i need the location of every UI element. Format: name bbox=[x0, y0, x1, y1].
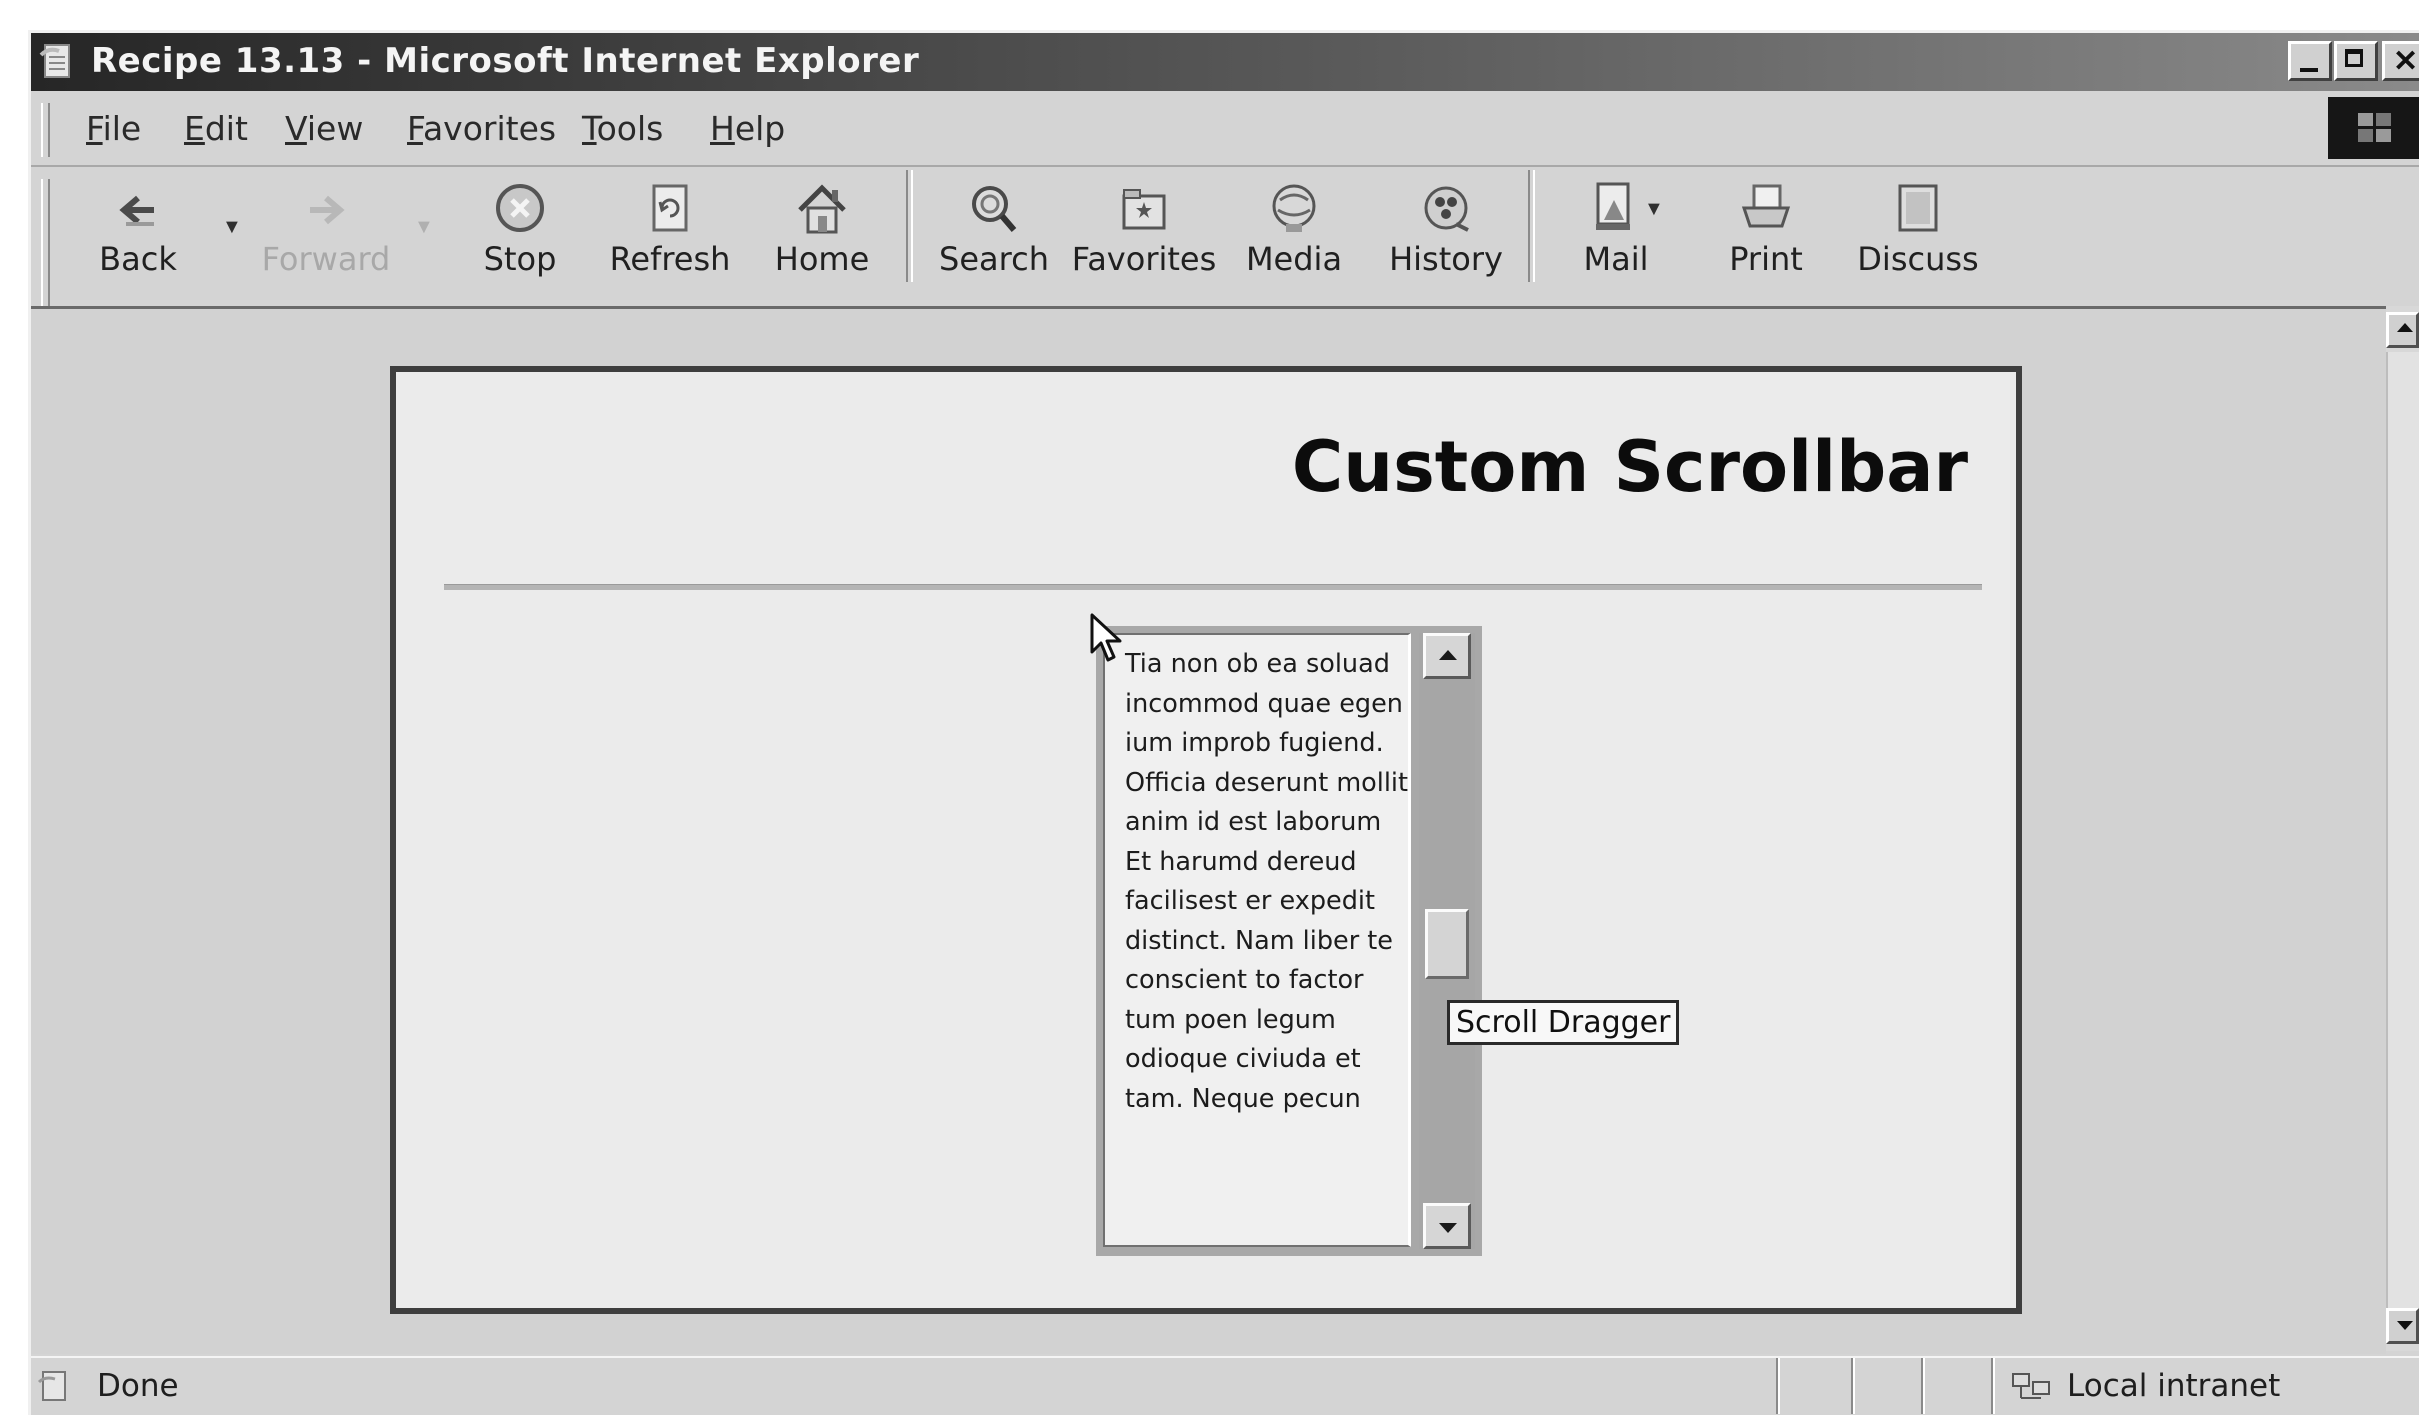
menu-file[interactable]: File bbox=[86, 109, 141, 148]
arrow-down-icon bbox=[1439, 1223, 1457, 1233]
discuss-button[interactable]: Discuss bbox=[1857, 180, 1979, 290]
refresh-icon bbox=[652, 184, 688, 232]
forward-dropdown-icon[interactable]: ▼ bbox=[414, 216, 434, 239]
window-title: Recipe 13.13 - Microsoft Internet Explor… bbox=[91, 41, 920, 81]
back-label: Back bbox=[99, 240, 177, 278]
windows-logo-icon bbox=[2328, 97, 2419, 159]
security-zone-label: Local intranet bbox=[2067, 1368, 2281, 1404]
custom-scrollbar-track[interactable] bbox=[1419, 633, 1475, 1249]
menu-help[interactable]: Help bbox=[710, 109, 785, 148]
page-title: Custom Scrollbar bbox=[1291, 426, 1968, 508]
page-scroll-up-button[interactable] bbox=[2386, 312, 2419, 348]
scroll-text: Tia non ob ea soluad incommod quae egen … bbox=[1125, 649, 1409, 1114]
page-vertical-scrollbar[interactable] bbox=[2386, 306, 2419, 1351]
history-icon bbox=[1424, 186, 1469, 232]
menu-edit[interactable]: Edit bbox=[184, 109, 248, 148]
arrow-up-icon bbox=[1439, 650, 1457, 660]
refresh-button[interactable]: Refresh bbox=[610, 180, 730, 290]
search-icon bbox=[972, 186, 1017, 232]
menu-bar bbox=[31, 93, 2419, 167]
search-button[interactable]: Search bbox=[934, 180, 1054, 290]
maximize-button[interactable] bbox=[2334, 41, 2378, 81]
status-text: Done bbox=[97, 1368, 179, 1404]
history-label: History bbox=[1389, 240, 1503, 278]
minimize-icon bbox=[2300, 68, 2318, 72]
menu-view[interactable]: View bbox=[285, 109, 363, 148]
discuss-label: Discuss bbox=[1857, 240, 1979, 278]
home-button[interactable]: Home bbox=[762, 180, 882, 290]
status-pane-divider bbox=[1991, 1358, 1995, 1414]
arrow-up-icon bbox=[2397, 323, 2413, 332]
status-pane-divider bbox=[1851, 1358, 1855, 1414]
back-button[interactable]: Back bbox=[78, 180, 198, 290]
media-button[interactable]: Media bbox=[1234, 180, 1354, 290]
status-pane-divider bbox=[1921, 1358, 1925, 1414]
print-button[interactable]: Print bbox=[1706, 180, 1826, 290]
forward-label: Forward bbox=[261, 240, 391, 278]
scroll-up-button[interactable] bbox=[1423, 633, 1471, 679]
status-pane-divider bbox=[1776, 1358, 1780, 1414]
page-scroll-track[interactable] bbox=[2386, 352, 2419, 1312]
horizontal-rule bbox=[444, 584, 1982, 590]
favorites-button[interactable]: Favorites bbox=[1072, 180, 1216, 290]
mail-button[interactable]: Mail bbox=[1556, 180, 1676, 290]
discuss-icon bbox=[1898, 184, 1938, 232]
intranet-zone-icon bbox=[2012, 1373, 2050, 1399]
close-button[interactable]: ✕ bbox=[2382, 41, 2419, 81]
status-bar: Done Local intranet bbox=[31, 1356, 2419, 1414]
print-icon bbox=[1741, 184, 1791, 228]
home-label: Home bbox=[774, 240, 870, 278]
history-button[interactable]: History bbox=[1386, 180, 1506, 290]
maximize-icon bbox=[2345, 49, 2363, 67]
menu-favorites[interactable]: Favorites bbox=[407, 109, 556, 148]
stop-icon bbox=[496, 184, 544, 232]
page-done-icon bbox=[37, 1371, 66, 1401]
scroll-content-pane[interactable]: Tia non ob ea soluad incommod quae egen … bbox=[1103, 633, 1411, 1247]
home-icon bbox=[798, 184, 846, 234]
scroll-dragger[interactable] bbox=[1425, 909, 1469, 979]
forward-button[interactable]: Forward bbox=[262, 180, 390, 290]
forward-arrow-icon bbox=[310, 195, 345, 225]
favorites-icon bbox=[1122, 189, 1166, 230]
mail-icon bbox=[1596, 182, 1630, 230]
arrow-down-icon bbox=[2397, 1321, 2413, 1330]
stop-button[interactable]: Stop bbox=[460, 180, 580, 290]
page-frame: Custom Scrollbar Tia non ob ea soluad in… bbox=[390, 366, 2022, 1314]
mouse-pointer-icon bbox=[1090, 613, 1122, 662]
title-bar[interactable]: Recipe 13.13 - Microsoft Internet Explor… bbox=[31, 33, 2419, 91]
ie-page-icon bbox=[39, 44, 70, 78]
back-dropdown-icon[interactable]: ▼ bbox=[222, 216, 242, 239]
menubar-grip[interactable] bbox=[41, 103, 50, 157]
page-scroll-down-button[interactable] bbox=[2386, 1308, 2419, 1344]
back-arrow-icon bbox=[119, 195, 154, 226]
media-icon bbox=[1272, 184, 1316, 232]
mail-dropdown-icon[interactable]: ▼ bbox=[1644, 198, 1664, 221]
minimize-button[interactable] bbox=[2288, 41, 2332, 81]
close-icon: ✕ bbox=[2393, 45, 2419, 78]
custom-scroll-box: Tia non ob ea soluad incommod quae egen … bbox=[1096, 626, 1482, 1256]
scroll-down-button[interactable] bbox=[1423, 1203, 1471, 1249]
tooltip: Scroll Dragger bbox=[1447, 1000, 1680, 1045]
menu-tools[interactable]: Tools bbox=[582, 109, 663, 148]
document-viewport[interactable]: Custom Scrollbar Tia non ob ea soluad in… bbox=[31, 306, 2386, 1354]
